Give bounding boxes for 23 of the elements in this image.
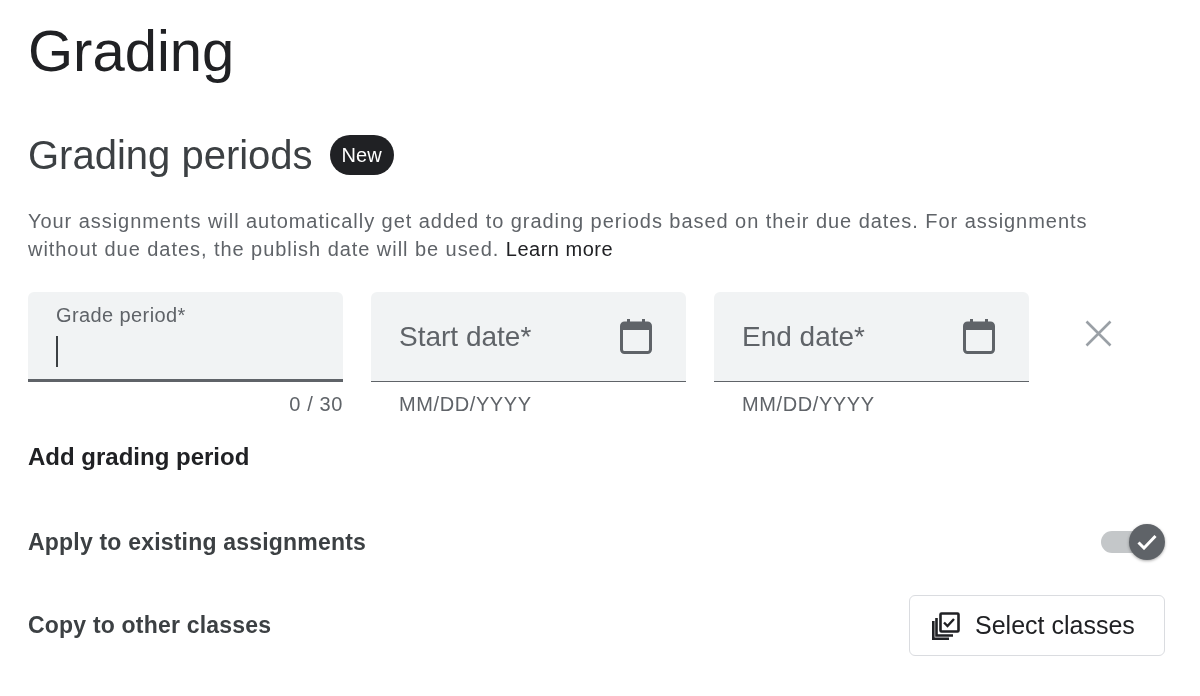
close-icon (1084, 319, 1112, 347)
calendar-icon (963, 319, 995, 354)
description-text: Your assignments will automatically get added to grading periods based on their due dates. For assignments without due dates, the publish date will be used. Learn more (28, 209, 1089, 262)
setting-label: Apply to existing assignments (28, 530, 367, 554)
add-grading-period-link[interactable]: Add grading period (28, 445, 250, 469)
helper-text: MM/DD/YYYY (742, 394, 875, 414)
field-label: Grade period* (56, 304, 186, 326)
field-label: End date* (742, 322, 865, 351)
select-classes-button[interactable]: Select classes (909, 595, 1165, 656)
helper-text: MM/DD/YYYY (399, 394, 532, 414)
check-icon (1137, 534, 1157, 550)
field-label: Start date* (399, 322, 532, 351)
date-field[interactable]: Start date* (371, 292, 686, 382)
section-heading: Grading periods (28, 135, 313, 175)
learn-more-link[interactable]: Learn more (505, 238, 614, 260)
calendar-icon (620, 319, 652, 354)
text-field[interactable]: Grade period* (28, 292, 343, 382)
setting-label: Copy to other classes (28, 614, 272, 637)
stacked-checkbox-icon (932, 611, 960, 640)
date-field[interactable]: End date* (714, 292, 1029, 382)
new-badge: New (329, 135, 394, 175)
toggle-switch[interactable] (1101, 524, 1165, 560)
character-counter: 0 / 30 (289, 394, 343, 414)
